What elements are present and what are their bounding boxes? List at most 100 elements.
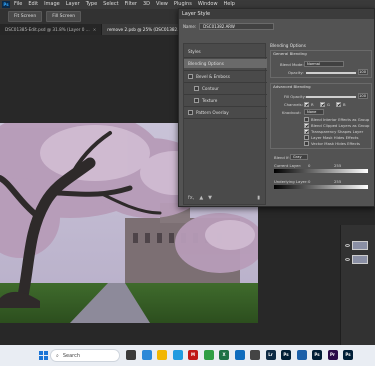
app-icon[interactable] — [250, 350, 260, 360]
layer-row[interactable] — [345, 254, 375, 265]
contour-checkbox[interactable] — [194, 86, 199, 91]
fill-opacity-field[interactable]: 100 — [358, 93, 368, 99]
menu-edit[interactable]: Edit — [28, 0, 38, 9]
premiere-icon[interactable]: Pr — [327, 350, 338, 360]
menu-select[interactable]: Select — [103, 0, 118, 9]
style-item-label: Blending Options — [188, 61, 224, 66]
fill-opacity-slider[interactable] — [306, 96, 356, 98]
transparency-shapes-label: Transparency Shapes Layer — [311, 129, 364, 134]
dialog-body: Name: DSC01382.ARW Styles Blending Optio… — [179, 19, 374, 206]
current-layer-gradient[interactable] — [274, 169, 368, 173]
current-layer-min: 0 — [308, 163, 311, 168]
underlying-layer-min: 0 — [308, 179, 311, 184]
chrome-icon[interactable] — [203, 350, 214, 360]
general-blending-title: General Blending — [273, 51, 307, 56]
channel-g-label: G — [327, 102, 330, 107]
task-view-icon[interactable] — [126, 350, 136, 360]
photoshop-beta-icon[interactable]: Ps — [312, 350, 322, 360]
photoshop-logo: Ps — [2, 1, 10, 8]
edge-icon[interactable] — [172, 350, 183, 360]
visibility-eye-icon[interactable] — [345, 258, 350, 261]
menu-type[interactable]: Type — [86, 0, 97, 9]
menu-3d[interactable]: 3D — [143, 0, 150, 9]
move-down-icon[interactable]: ▼ — [208, 195, 212, 201]
menu-layer[interactable]: Layer — [66, 0, 80, 9]
blend-interior-label: Blend Interior Effects as Group — [311, 117, 370, 122]
layer-name-row: Name: DSC01382.ARW — [183, 22, 275, 31]
excel-icon[interactable]: X — [219, 350, 229, 360]
style-item-texture[interactable]: Texture — [184, 96, 267, 105]
search-icon: ⌕ — [56, 352, 59, 359]
style-item-blending-options[interactable]: Blending Options — [184, 59, 267, 68]
blend-mode-select[interactable]: Normal — [304, 61, 344, 67]
menu-view[interactable]: View — [156, 0, 168, 9]
style-item-label: Bevel & Emboss — [196, 74, 230, 79]
blend-interior-checkbox[interactable] — [304, 117, 309, 122]
menu-file[interactable]: File — [14, 0, 22, 9]
channel-g-checkbox[interactable] — [320, 102, 325, 107]
style-item-label: Pattern Overlay — [196, 110, 229, 115]
tab-document-1[interactable]: DSC01385-Edit.psd @ 31.8% (Layer 0 ... × — [0, 24, 103, 35]
blending-options-panel: Blending Options General Blending Blend … — [270, 43, 372, 205]
dialog-title: Layer Style — [179, 9, 374, 19]
styles-label: Styles — [188, 49, 201, 54]
channel-r-checkbox[interactable] — [304, 102, 309, 107]
style-item-bevel-emboss[interactable]: Bevel & Emboss — [184, 72, 267, 81]
blend-mode-label: Blend Mode: — [280, 62, 304, 67]
pattern-overlay-checkbox[interactable] — [188, 110, 193, 115]
trash-icon[interactable]: ▮ — [257, 195, 260, 201]
channel-b-checkbox[interactable] — [336, 102, 341, 107]
underlying-layer-gradient[interactable] — [274, 185, 368, 189]
photoshop-2-icon[interactable]: Ps — [343, 350, 353, 360]
store-icon[interactable] — [234, 350, 245, 360]
texture-checkbox[interactable] — [194, 98, 199, 103]
move-up-icon[interactable]: ▲ — [199, 195, 203, 201]
divider — [184, 70, 267, 71]
style-item-pattern-overlay[interactable]: Pattern Overlay — [184, 108, 267, 117]
layer-thumbnail — [352, 241, 368, 250]
current-layer-label: Current Layer: — [274, 163, 302, 168]
current-layer-max: 255 — [334, 163, 342, 168]
layer-mask-hides-label: Layer Mask Hides Effects — [311, 135, 359, 140]
divider — [184, 82, 267, 83]
opacity-slider[interactable] — [306, 72, 356, 74]
underlying-layer-label: Underlying Layer: — [274, 179, 308, 184]
channels-label: Channels: — [284, 102, 303, 107]
underlying-layer-max: 255 — [334, 179, 342, 184]
styles-header[interactable]: Styles — [184, 47, 267, 56]
menu-image[interactable]: Image — [44, 0, 60, 9]
opacity-field[interactable]: 100 — [358, 69, 368, 75]
knockout-select[interactable]: None — [304, 109, 324, 115]
layer-row[interactable] — [345, 240, 375, 251]
lightroom-classic-icon[interactable]: Lr — [265, 350, 276, 360]
taskbar-search[interactable]: ⌕ Search — [50, 349, 120, 362]
windows-start-icon[interactable] — [39, 351, 48, 360]
mcafee-icon[interactable]: M — [188, 350, 198, 360]
divider — [184, 57, 267, 58]
blend-clipped-checkbox[interactable] — [304, 123, 309, 128]
widgets-icon[interactable] — [141, 350, 152, 360]
layer-name-field[interactable]: DSC01382.ARW — [199, 23, 275, 30]
fit-screen-button[interactable]: Fit Screen — [8, 11, 43, 22]
file-explorer-icon[interactable] — [157, 350, 167, 360]
vector-mask-hides-checkbox[interactable] — [304, 141, 309, 146]
layer-style-dialog: Layer Style Name: DSC01382.ARW Styles Bl… — [178, 8, 375, 207]
blending-options-title: Blending Options — [270, 43, 306, 48]
fx-icon[interactable]: fx, — [188, 195, 194, 201]
photoshop-window: Ps File Edit Image Layer Type Select Fil… — [0, 0, 375, 366]
close-icon[interactable]: × — [93, 27, 97, 32]
layer-mask-hides-checkbox[interactable] — [304, 135, 309, 140]
layers-panel — [340, 225, 375, 345]
camera-raw-icon[interactable] — [296, 350, 307, 360]
photoshop-icon[interactable]: Ps — [281, 350, 291, 360]
styles-list: Styles Blending Options Bevel & Emboss C… — [183, 43, 267, 205]
menu-filter[interactable]: Filter — [125, 0, 137, 9]
style-item-contour[interactable]: Contour — [184, 84, 267, 93]
style-item-label: Contour — [202, 86, 219, 91]
transparency-shapes-checkbox[interactable] — [304, 129, 309, 134]
blend-if-select[interactable]: Gray — [290, 154, 308, 160]
fill-screen-button[interactable]: Fill Screen — [46, 11, 82, 22]
divider — [184, 118, 267, 119]
visibility-eye-icon[interactable] — [345, 244, 350, 247]
bevel-emboss-checkbox[interactable] — [188, 74, 193, 79]
